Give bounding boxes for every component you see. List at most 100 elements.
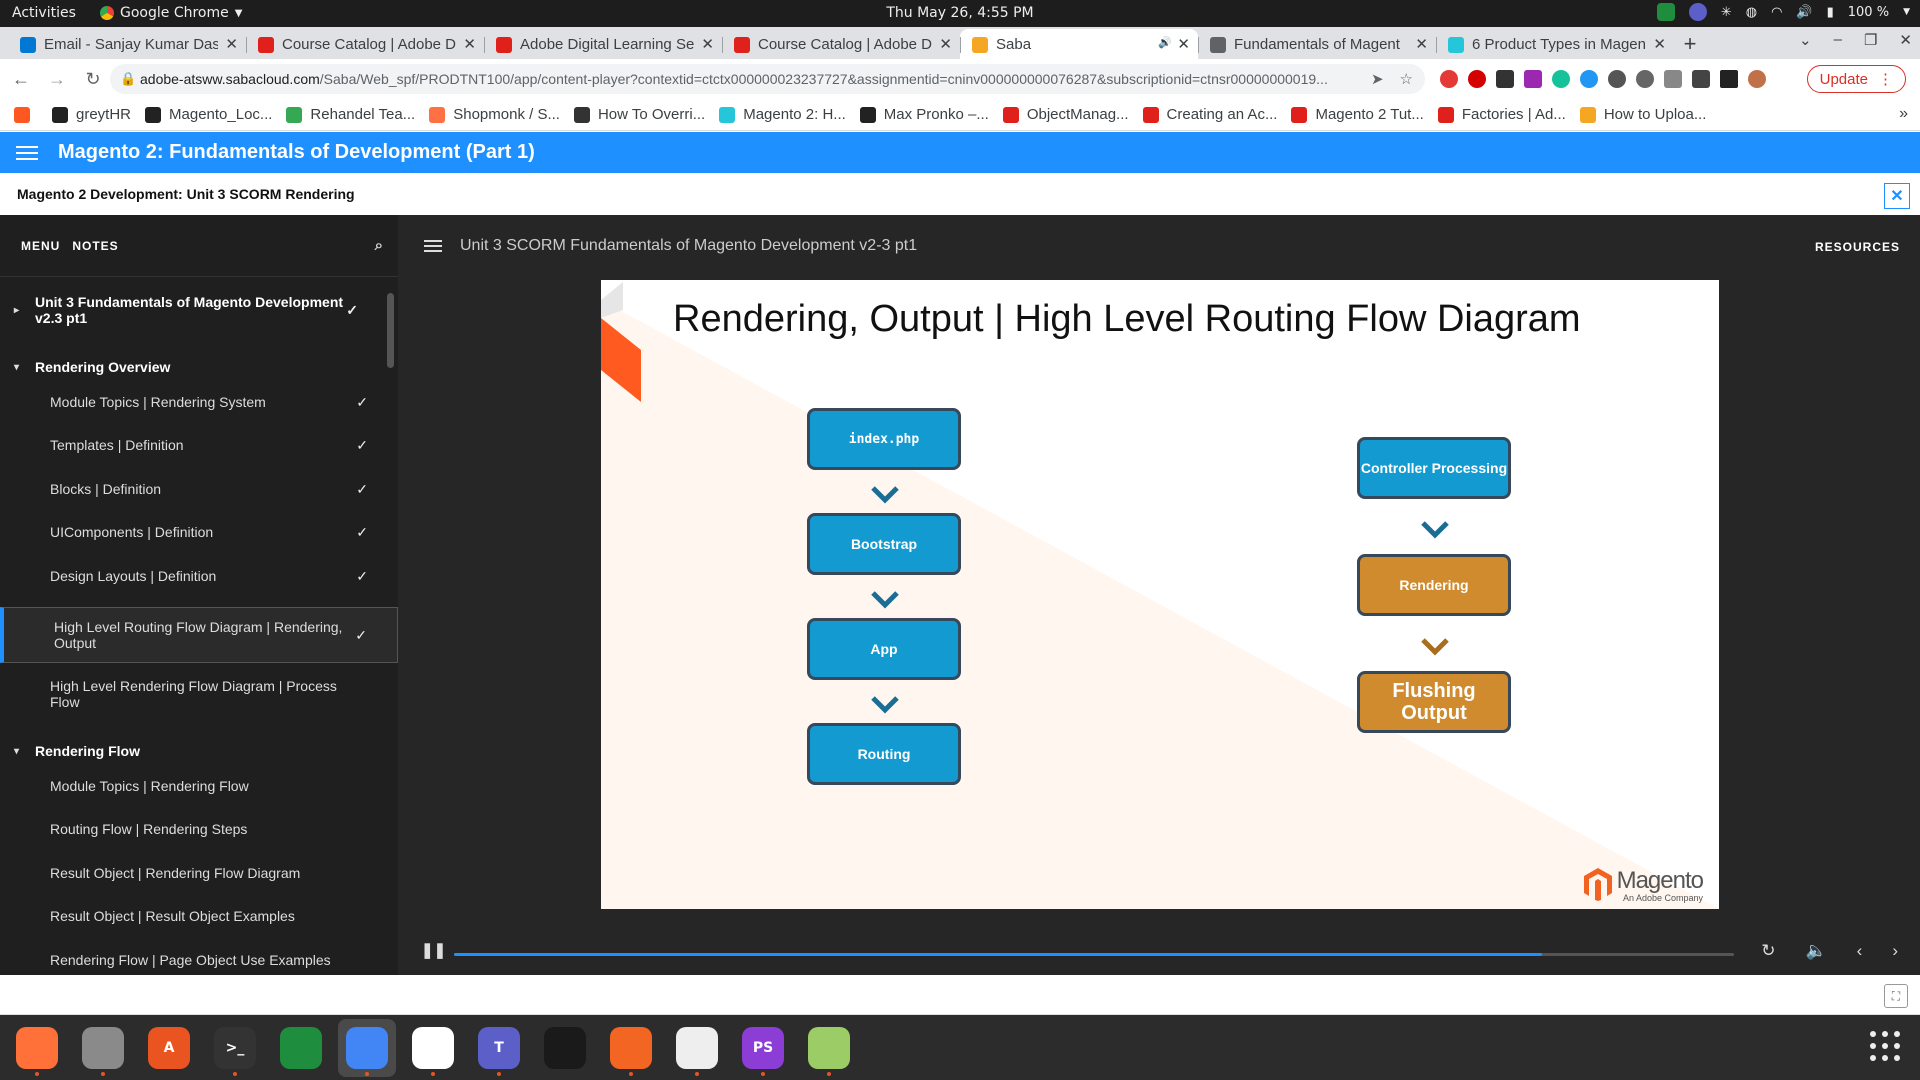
bookmark-item[interactable]: Max Pronko –... <box>859 106 989 123</box>
browser-tab[interactable]: Adobe Digital Learning Se ✕ <box>484 29 722 59</box>
dock-app[interactable] <box>338 1018 396 1077</box>
dock-app[interactable]: A <box>140 1019 198 1077</box>
lock-icon[interactable]: 🔒 <box>120 71 136 87</box>
dock-app[interactable] <box>602 1019 660 1077</box>
dock-app[interactable]: >_ <box>206 1019 264 1077</box>
search-icon[interactable]: ⌕ <box>375 237 384 254</box>
extension-icon[interactable] <box>1524 70 1542 88</box>
extension-icon[interactable] <box>1496 70 1514 88</box>
extension-icon[interactable] <box>1440 70 1458 88</box>
side-panel-icon[interactable] <box>1720 70 1738 88</box>
browser-tab[interactable]: Email - Sanjay Kumar Das ✕ <box>8 29 246 59</box>
new-tab-icon[interactable]: + <box>1674 29 1706 59</box>
pause-icon[interactable]: ❚❚ <box>421 941 446 959</box>
menu-lesson[interactable]: Blocks | Definition ✓ <box>0 474 398 504</box>
close-window-icon[interactable]: ✕ <box>1899 31 1912 49</box>
system-tray[interactable]: ✳ ◍ ◠ 🔊 ▮ 100 % ▼ <box>1656 3 1910 21</box>
app-menu[interactable]: Google Chrome ▼ <box>100 5 242 21</box>
dock-app[interactable] <box>404 1019 462 1077</box>
link-icon[interactable] <box>1664 70 1682 88</box>
send-icon[interactable]: ➤ <box>1371 70 1384 88</box>
restore-icon[interactable]: ❐ <box>1864 31 1877 49</box>
dock-app[interactable]: T <box>470 1019 528 1077</box>
bookmark-item[interactable]: Factories | Ad... <box>1437 106 1566 123</box>
gear-icon[interactable] <box>1636 70 1654 88</box>
menu-lesson[interactable]: High Level Rendering Flow Diagram | Proc… <box>0 670 398 718</box>
grammarly-icon[interactable] <box>1552 70 1570 88</box>
menu-section[interactable]: ▾ Rendering Flow <box>0 736 398 766</box>
chat-tray-icon[interactable] <box>1656 3 1675 21</box>
menu-section[interactable]: ▸ Unit 3 Fundamentals of Magento Developm… <box>0 290 398 330</box>
menu-lesson[interactable]: Module Topics | Rendering System ✓ <box>0 387 398 417</box>
minimize-icon[interactable]: – <box>1834 31 1842 49</box>
caret-down-icon[interactable]: ▾ <box>14 362 19 373</box>
close-tab-icon[interactable]: ✕ <box>1177 35 1190 53</box>
resources-button[interactable]: RESOURCES <box>1815 240 1900 254</box>
back-arrow-icon[interactable]: ← <box>6 69 36 90</box>
replay-icon[interactable]: ↻ <box>1761 941 1775 961</box>
bookmark-item[interactable]: Creating an Ac... <box>1142 106 1277 123</box>
adblock-icon[interactable] <box>1468 70 1486 88</box>
close-tab-icon[interactable]: ✕ <box>1415 35 1428 53</box>
menu-lesson[interactable]: Result Object | Result Object Examples <box>0 901 398 931</box>
progress-bar[interactable] <box>454 953 1734 956</box>
bookmark-star-icon[interactable]: ☆ <box>1400 70 1413 88</box>
bookmark-item[interactable]: Rehandel Tea... <box>286 106 415 123</box>
activities-button[interactable]: Activities <box>12 5 76 21</box>
menu-lesson[interactable]: Templates | Definition ✓ <box>0 430 398 460</box>
bookmark-item[interactable]: ObjectManag... <box>1002 106 1129 123</box>
dock-app[interactable] <box>74 1019 132 1077</box>
fullscreen-icon[interactable]: ⛶ <box>1884 984 1908 1008</box>
close-tab-icon[interactable]: ✕ <box>463 35 476 53</box>
browser-tab[interactable]: Course Catalog | Adobe D ✕ <box>722 29 960 59</box>
dock-app[interactable]: PS <box>734 1019 792 1077</box>
menu-lesson[interactable]: UIComponents | Definition ✓ <box>0 517 398 547</box>
bookmark-item[interactable]: Magento_Loc... <box>145 106 272 123</box>
close-tab-icon[interactable]: ✕ <box>939 35 952 53</box>
tab-search-icon[interactable]: ⌄ <box>1799 31 1812 49</box>
dock-app[interactable] <box>800 1019 858 1077</box>
menu-lesson[interactable]: Module Topics | Rendering Flow <box>0 771 398 801</box>
extension-icon[interactable] <box>1608 70 1626 88</box>
next-icon[interactable]: › <box>1892 941 1898 961</box>
bookmark-item[interactable] <box>14 106 38 123</box>
tab-notes[interactable]: NOTES <box>72 239 118 253</box>
dock-app[interactable] <box>536 1019 594 1077</box>
caret-down-icon[interactable]: ▾ <box>14 746 19 757</box>
close-tab-icon[interactable]: ✕ <box>225 35 238 53</box>
reload-icon[interactable]: ↻ <box>78 69 108 90</box>
clock[interactable]: Thu May 26, 4:55 PM <box>0 5 1920 21</box>
caret-right-icon[interactable]: ▸ <box>14 305 19 316</box>
tab-menu[interactable]: MENU <box>21 239 60 253</box>
address-bar[interactable]: 🔒 adobe-atsww.sabacloud.com/Saba/Web_spf… <box>110 64 1425 94</box>
avatar[interactable] <box>1748 70 1766 88</box>
bookmark-item[interactable]: How to Uploa... <box>1579 106 1706 123</box>
menu-section[interactable]: ▾ Rendering Overview <box>0 352 398 382</box>
bookmark-item[interactable]: Magento 2 Tut... <box>1291 106 1424 123</box>
forward-arrow-icon[interactable]: → <box>42 69 72 90</box>
bookmark-item[interactable]: greytHR <box>52 106 131 123</box>
bookmarks-overflow-icon[interactable]: » <box>1899 105 1908 123</box>
previous-icon[interactable]: ‹ <box>1857 941 1863 961</box>
extension-icon[interactable] <box>1580 70 1598 88</box>
menu-lesson[interactable]: Routing Flow | Rendering Steps <box>0 814 398 844</box>
speaker-icon[interactable]: 🔊 <box>1158 36 1172 49</box>
content-menu-icon[interactable] <box>424 237 442 255</box>
bookmark-item[interactable]: Shopmonk / S... <box>429 106 560 123</box>
menu-lesson[interactable]: Result Object | Rendering Flow Diagram <box>0 858 398 888</box>
dock-app[interactable] <box>8 1019 66 1077</box>
bookmark-item[interactable]: Magento 2: H... <box>719 106 846 123</box>
dock-app[interactable] <box>668 1019 726 1077</box>
browser-tab[interactable]: Fundamentals of Magent ✕ <box>1198 29 1436 59</box>
close-icon[interactable]: ✕ <box>1884 183 1910 209</box>
show-apps-icon[interactable] <box>1870 1031 1900 1061</box>
menu-lesson[interactable]: Rendering Flow | Page Object Use Example… <box>0 945 398 975</box>
menu-lesson[interactable]: High Level Routing Flow Diagram | Render… <box>0 607 398 663</box>
bookmark-item[interactable]: How To Overri... <box>573 106 705 123</box>
close-tab-icon[interactable]: ✕ <box>1653 35 1666 53</box>
update-button[interactable]: Update ⋮ <box>1806 65 1906 93</box>
menu-lesson[interactable]: Design Layouts | Definition ✓ <box>0 561 398 591</box>
vpn-tray-icon[interactable]: ◍ <box>1746 5 1757 20</box>
puzzle-icon[interactable] <box>1692 70 1710 88</box>
browser-tab[interactable]: Course Catalog | Adobe D ✕ <box>246 29 484 59</box>
